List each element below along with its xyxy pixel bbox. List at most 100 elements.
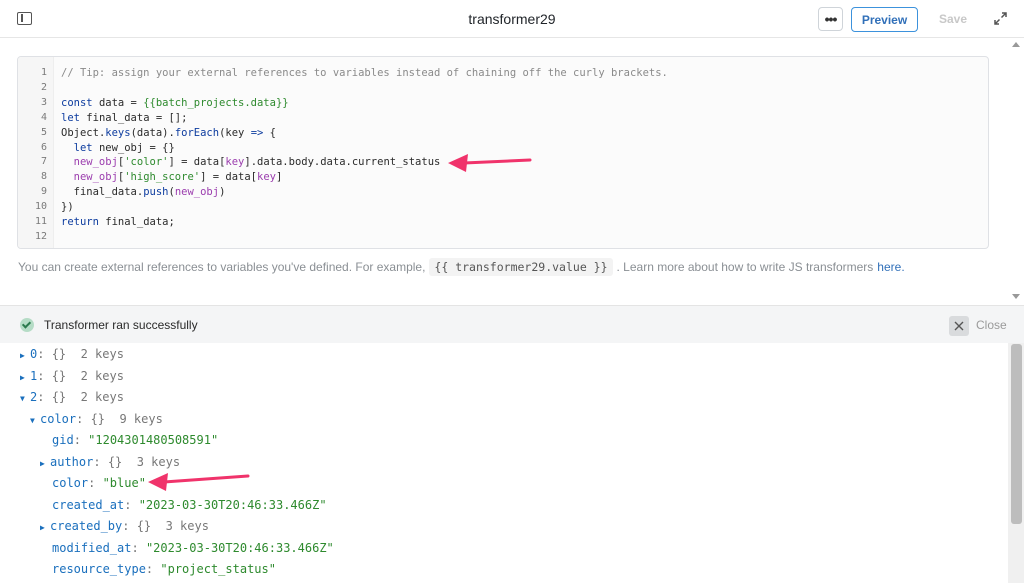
code-token: => xyxy=(250,126,264,139)
code-token: ].data.body.data.current_status xyxy=(244,156,441,169)
close-label[interactable]: Close xyxy=(976,318,1007,332)
close-results-button[interactable] xyxy=(949,316,969,336)
tree-meta: {} 3 keys xyxy=(136,519,209,533)
result-json-tree: ▶ 0: {} 2 keys ▶ 1: {} 2 keys ▼ 2: {} 2 keys ▼… xyxy=(0,343,1008,583)
code-token: push xyxy=(143,186,169,199)
code-token: 'high_score' xyxy=(124,171,201,184)
code-line[interactable]: Object.keys(data).forEach(key => { xyxy=(61,127,276,139)
line-number: 11 xyxy=(34,216,47,227)
help-text-after: . Learn more about how to write JS trans… xyxy=(616,260,874,274)
tree-key: created_at xyxy=(52,497,125,512)
code-line[interactable]: final_data.push(new_obj) xyxy=(61,186,226,199)
code-token: data = xyxy=(98,96,144,109)
code-token: {{batch_projects.data}} xyxy=(143,96,289,109)
preview-button[interactable]: Preview xyxy=(851,7,918,32)
tree-value: "1204301480508591" xyxy=(88,433,219,447)
code-line[interactable]: }) xyxy=(61,201,74,213)
code-token: final_data; xyxy=(105,216,175,228)
tree-separator: : xyxy=(37,390,52,404)
caret-right-icon[interactable]: ▶ xyxy=(20,351,30,360)
tree-separator: : xyxy=(73,433,89,447)
caret-down-icon[interactable]: ▼ xyxy=(30,416,40,425)
tree-separator: : xyxy=(145,562,161,576)
tree-key: created_by xyxy=(50,519,123,533)
tree-node-color[interactable]: ▼ color: {} 9 keys xyxy=(30,412,163,426)
help-text-before: You can create external references to va… xyxy=(18,260,426,274)
code-token: }) xyxy=(61,201,74,214)
code-line[interactable]: let new_obj = {} xyxy=(61,142,175,154)
tree-value: "blue" xyxy=(102,476,146,490)
code-line[interactable]: let final_data = []; xyxy=(61,112,187,124)
tree-node-author[interactable]: ▶ author: {} 3 keys xyxy=(40,455,180,469)
tree-meta: {} 2 keys xyxy=(51,347,124,361)
line-number: 8 xyxy=(40,171,47,183)
status-message: Transformer ran successfully xyxy=(44,318,198,332)
more-options-button[interactable]: ••• xyxy=(818,7,843,31)
tree-node-0[interactable]: ▶ 0: {} 2 keys xyxy=(20,347,124,361)
code-line[interactable]: // Tip: assign your external references … xyxy=(61,67,668,79)
code-token: (data). xyxy=(130,126,175,139)
result-scrollbar-thumb[interactable] xyxy=(1011,344,1022,524)
expand-icon[interactable] xyxy=(994,12,1007,25)
tree-separator: : xyxy=(131,540,146,555)
code-token: keys xyxy=(105,126,131,139)
tree-separator: : xyxy=(76,411,91,426)
line-number: 5 xyxy=(40,126,47,138)
caret-right-icon[interactable]: ▶ xyxy=(40,523,50,532)
tree-node-2[interactable]: ▼ 2: {} 2 keys xyxy=(20,390,124,404)
code-token: forEach xyxy=(174,126,220,139)
tree-value: "project_status" xyxy=(160,562,276,576)
code-token: new_obj xyxy=(174,186,220,199)
tree-node-created-at: created_at: "2023-03-30T20:46:33.466Z" xyxy=(52,498,327,512)
code-token: Object xyxy=(61,126,99,139)
tree-node-gid: gid: "1204301480508591" xyxy=(52,433,218,447)
tree-meta: {} 9 keys xyxy=(90,411,163,426)
editor-help-text: You can create external references to va… xyxy=(18,258,905,276)
code-editor[interactable]: 1 2 3 4 5 6 7 8 9 10 11 12 // Tip: assign your exte… xyxy=(17,56,989,249)
sidebar-toggle-icon[interactable] xyxy=(17,12,32,25)
tree-key: resource_type xyxy=(52,562,146,576)
tree-value: "2023-03-30T20:46:33.466Z" xyxy=(145,540,334,555)
tree-key: color xyxy=(40,411,77,426)
code-token: const xyxy=(61,96,99,109)
line-number: 7 xyxy=(40,156,47,168)
tree-node-modified-at: modified_at: "2023-03-30T20:46:33.466Z" xyxy=(52,541,334,555)
tree-meta: {} 2 keys xyxy=(51,368,124,383)
tree-meta: {} 3 keys xyxy=(107,454,181,469)
scroll-down-icon[interactable] xyxy=(1012,294,1020,299)
status-bar: Transformer ran successfully Close xyxy=(0,305,1024,343)
tree-key: author xyxy=(50,454,94,469)
line-number: 2 xyxy=(40,81,47,93)
code-token: // Tip: assign your external references … xyxy=(61,67,668,79)
line-number: 6 xyxy=(40,141,47,153)
code-token: (key xyxy=(219,126,251,139)
help-docs-link[interactable]: here. xyxy=(877,260,904,274)
code-token: let xyxy=(61,141,99,154)
code-line[interactable]: new_obj['color'] = data[key].data.body.d… xyxy=(61,156,441,169)
success-check-icon xyxy=(20,318,34,332)
save-button[interactable]: Save xyxy=(933,8,973,30)
scroll-up-icon[interactable] xyxy=(1012,42,1020,47)
code-token: ) xyxy=(219,186,226,199)
code-token: final_data = []; xyxy=(86,111,188,124)
code-token: new_obj xyxy=(61,156,118,169)
code-line[interactable]: const data = {{batch_projects.data}} xyxy=(61,97,289,109)
header-bar: transformer29 ••• Preview Save xyxy=(0,0,1024,38)
tree-node-created-by[interactable]: ▶ created_by: {} 3 keys xyxy=(40,519,209,533)
code-token: key xyxy=(225,156,245,169)
caret-down-icon[interactable]: ▼ xyxy=(20,394,30,403)
close-icon xyxy=(954,321,964,331)
code-line[interactable]: return final_data; xyxy=(61,216,175,228)
tree-separator: : xyxy=(37,368,52,383)
tree-separator: : xyxy=(88,476,103,490)
tree-separator: : xyxy=(37,347,52,361)
editor-panel-scrollbar[interactable] xyxy=(1010,39,1022,303)
code-token: new_obj xyxy=(61,171,118,184)
line-number: 1 xyxy=(40,67,47,78)
caret-right-icon[interactable]: ▶ xyxy=(20,373,30,382)
caret-right-icon[interactable]: ▶ xyxy=(40,459,50,468)
tree-key: color xyxy=(52,476,89,490)
code-token: let xyxy=(61,111,87,124)
code-line[interactable]: new_obj['high_score'] = data[key] xyxy=(61,171,283,184)
tree-node-1[interactable]: ▶ 1: {} 2 keys xyxy=(20,369,124,383)
